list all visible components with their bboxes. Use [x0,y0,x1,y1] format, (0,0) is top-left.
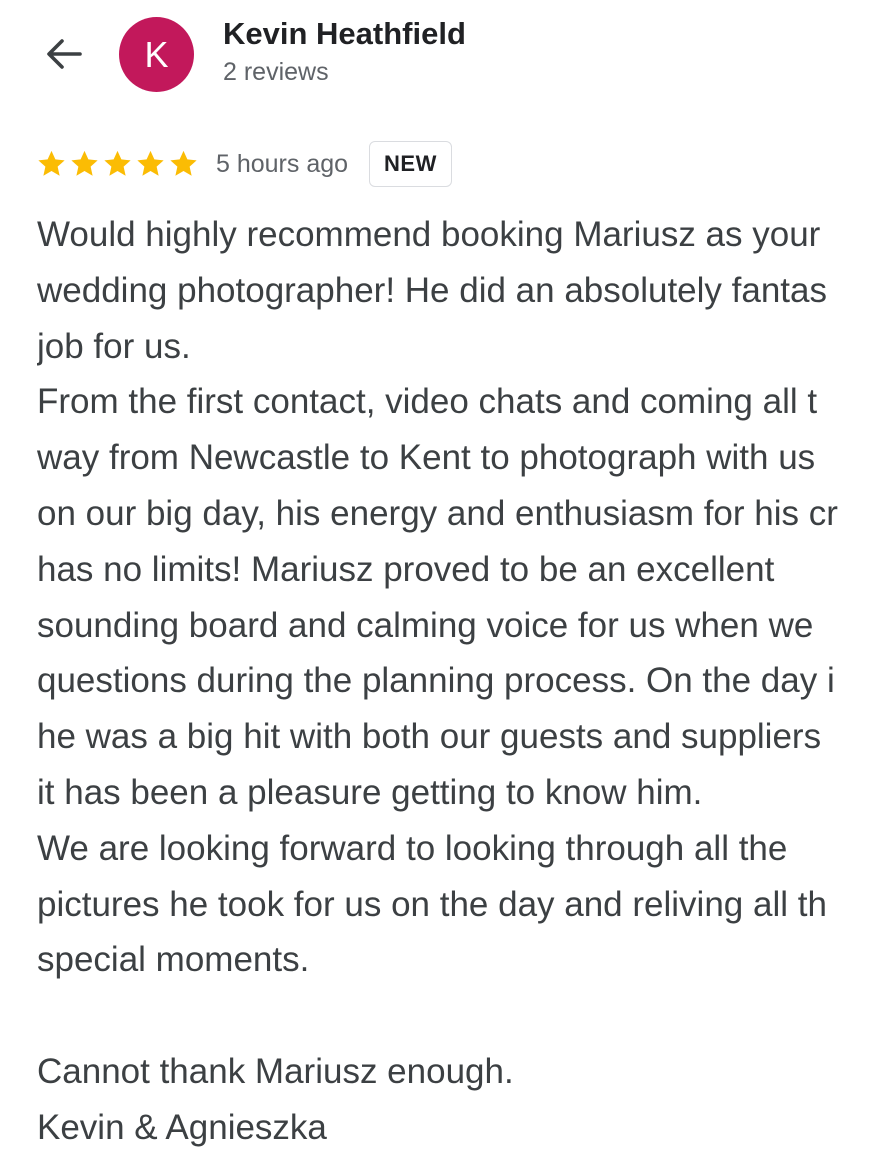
arrow-left-icon [42,32,86,81]
review-time: 5 hours ago [216,149,349,178]
review-line: it has been a pleasure getting to know h… [37,772,703,812]
star-icon [38,150,65,176]
review-blank-line [37,988,880,1044]
star-icon [170,150,197,176]
review-header: K Kevin Heathfield 2 reviews [0,0,880,110]
reviewer-name[interactable]: Kevin Heathfield [223,16,466,52]
review-line: Would highly recommend booking Mariusz a… [37,215,821,254]
review-line: pictures he took for us on the day and r… [37,884,827,924]
review-line: special moments. [37,940,310,980]
star-icon [104,150,131,176]
review-line: We are looking forward to looking throug… [37,828,788,868]
star-icon [71,150,98,176]
review-line: Kevin & Agnieszka [37,1107,327,1147]
review-line: sounding board and calming voice for us … [37,605,814,645]
review-line: has no limits! Mariusz proved to be an e… [37,549,775,589]
review-line: way from Newcastle to Kent to photograph… [37,438,816,478]
review-line: Cannot thank Mariusz enough. [37,1051,514,1091]
star-icon [137,150,164,176]
review-line: From the first contact, video chats and … [37,382,818,422]
avatar[interactable]: K [119,17,194,92]
back-button[interactable] [38,30,90,82]
rating-row: 5 hours ago NEW [36,139,452,189]
new-badge: NEW [369,141,452,187]
review-text: Would highly recommend booking Mariusz a… [37,207,880,1156]
review-line: questions during the planning process. O… [37,661,835,701]
review-line: wedding photographer! He did an absolute… [37,270,827,310]
review-line: job for us. [37,326,191,366]
review-line: he was a big hit with both our guests an… [37,717,822,757]
star-rating [36,149,201,179]
review-line: on our big day, his energy and enthusias… [37,493,838,533]
avatar-letter: K [144,33,169,75]
reviewer-review-count: 2 reviews [223,58,329,86]
